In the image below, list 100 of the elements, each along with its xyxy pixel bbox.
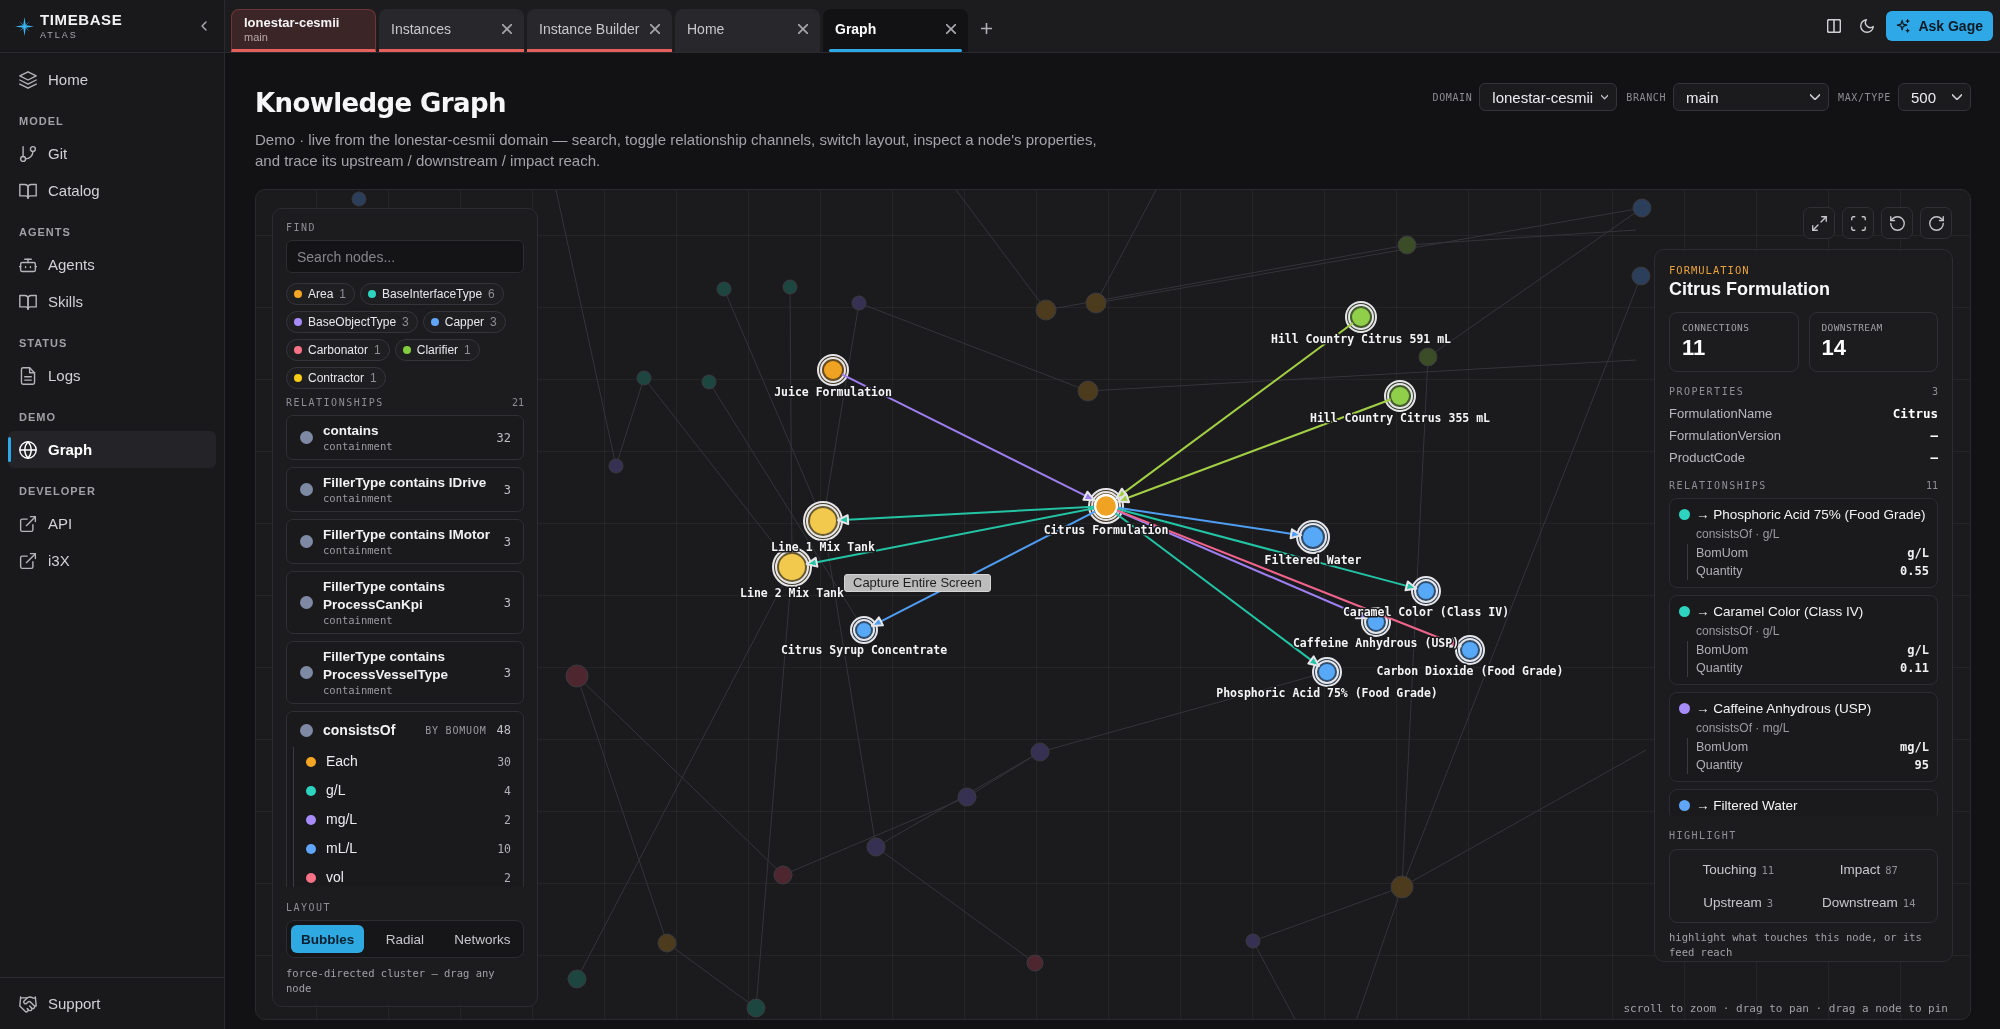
sidebar-item[interactable]: i3X bbox=[8, 542, 216, 579]
reload-button[interactable] bbox=[1920, 207, 1952, 239]
faded-node[interactable] bbox=[657, 933, 677, 953]
faded-node[interactable] bbox=[773, 865, 793, 885]
faded-node[interactable] bbox=[1390, 875, 1414, 899]
relation-card[interactable]: → Phosphoric Acid 75% (Food Grade) consistsOf · g/L BomUom g/L Quantity 0.55 bbox=[1669, 498, 1938, 588]
close-icon[interactable] bbox=[798, 24, 808, 34]
sidebar-item[interactable]: Support bbox=[8, 985, 216, 1022]
relationship-card[interactable]: consistsOf BY BOMUOM 48 Each 30 g/L 4 mg/L 2 mL/L 10 vol 2 bbox=[286, 711, 524, 887]
faded-node[interactable] bbox=[351, 191, 367, 207]
graph-node[interactable] bbox=[850, 616, 878, 644]
sidebar-item[interactable]: Git bbox=[8, 135, 216, 172]
tab[interactable]: Home bbox=[675, 9, 820, 52]
faded-node[interactable] bbox=[866, 837, 886, 857]
faded-node[interactable] bbox=[782, 279, 798, 295]
faded-node[interactable] bbox=[1035, 299, 1057, 321]
type-chip[interactable]: Clarifier 1 bbox=[394, 339, 480, 361]
relation-card[interactable]: → Caramel Color (Class IV) consistsOf · g/L BomUom g/L Quantity 0.11 bbox=[1669, 595, 1938, 685]
faded-node[interactable] bbox=[1397, 235, 1417, 255]
relationship-card[interactable]: FillerType contains IMotor containment 3 bbox=[286, 519, 524, 564]
new-tab-button[interactable] bbox=[981, 22, 992, 34]
sidebar-item[interactable]: API bbox=[8, 505, 216, 542]
graph-node[interactable] bbox=[803, 501, 843, 541]
counterclockwise-arrow-icon bbox=[1889, 215, 1905, 231]
faded-node[interactable] bbox=[851, 295, 867, 311]
dropdown[interactable]: main bbox=[1673, 83, 1830, 111]
unit-name: vol bbox=[326, 869, 345, 886]
unit-count: 2 bbox=[504, 812, 511, 827]
graph-node[interactable] bbox=[817, 354, 849, 386]
fullscreen-button[interactable] bbox=[1842, 207, 1874, 239]
relation-card[interactable]: → Caffeine Anhydrous (USP) consistsOf · mg/L BomUom mg/L Quantity 95 bbox=[1669, 692, 1938, 782]
external-link-icon bbox=[19, 551, 37, 570]
graph-node[interactable] bbox=[1384, 380, 1416, 412]
faded-node[interactable] bbox=[565, 664, 589, 688]
type-chip[interactable]: BaseInterfaceType 6 bbox=[360, 283, 504, 305]
faded-node[interactable] bbox=[1631, 266, 1651, 286]
close-icon[interactable] bbox=[946, 24, 956, 34]
highlight-option[interactable]: Impact 87 bbox=[1803, 853, 1934, 886]
faded-node[interactable] bbox=[1077, 380, 1099, 402]
faded-node[interactable] bbox=[701, 374, 717, 390]
graph-node[interactable] bbox=[1312, 657, 1342, 687]
graph-node[interactable] bbox=[1296, 520, 1330, 554]
type-chip[interactable]: BaseObjectType 3 bbox=[286, 311, 418, 333]
layout-option[interactable]: Networks bbox=[445, 925, 519, 953]
faded-node[interactable] bbox=[636, 370, 652, 386]
section-label: RELATIONSHIPS bbox=[1669, 480, 1767, 492]
faded-node[interactable] bbox=[957, 787, 977, 807]
search-field[interactable]: Search nodes... bbox=[286, 240, 524, 273]
property-value: g/L bbox=[1907, 546, 1929, 560]
sidebar-item[interactable]: Catalog bbox=[8, 172, 216, 209]
collapse-button[interactable] bbox=[200, 20, 208, 32]
graph-canvas[interactable] bbox=[255, 189, 1971, 1020]
type-chip[interactable]: Contractor 1 bbox=[286, 367, 386, 389]
relation-card[interactable]: → Filtered Water bbox=[1669, 789, 1938, 816]
graph-node[interactable] bbox=[1455, 635, 1485, 665]
expand-button[interactable] bbox=[1803, 207, 1835, 239]
faded-node[interactable] bbox=[1632, 198, 1652, 218]
columns-icon bbox=[1827, 19, 1842, 33]
relationship-card[interactable]: contains containment 32 bbox=[286, 415, 524, 460]
faded-node[interactable] bbox=[1026, 954, 1044, 972]
highlight-option[interactable]: Touching 11 bbox=[1673, 853, 1804, 886]
tab[interactable]: lonestar-cesmii main bbox=[231, 9, 376, 52]
highlight-option[interactable]: Upstream 3 bbox=[1673, 886, 1804, 919]
type-chip[interactable]: Area 1 bbox=[286, 283, 356, 305]
highlight-option[interactable]: Downstream 14 bbox=[1803, 886, 1934, 919]
ask-button[interactable]: Ask Gage bbox=[1886, 11, 1993, 41]
tab[interactable]: Instances bbox=[379, 9, 524, 52]
tab[interactable]: Instance Builder bbox=[527, 9, 672, 52]
dropdown[interactable]: 500 bbox=[1898, 83, 1971, 111]
reset-button[interactable] bbox=[1881, 207, 1913, 239]
layout-option[interactable]: Radial bbox=[368, 925, 442, 953]
sidebar-item[interactable]: Skills bbox=[8, 283, 216, 320]
type-chip[interactable]: Capper 3 bbox=[422, 311, 506, 333]
tab[interactable]: Graph bbox=[823, 9, 968, 52]
faded-node[interactable] bbox=[1085, 292, 1107, 314]
sidebar-item[interactable]: Graph bbox=[8, 431, 216, 468]
relationship-card[interactable]: FillerType contains IDrive containment 3 bbox=[286, 467, 524, 512]
faded-node[interactable] bbox=[567, 969, 587, 989]
type-chip[interactable]: Carbonator 1 bbox=[286, 339, 390, 361]
faded-node[interactable] bbox=[608, 458, 624, 474]
dropdown[interactable]: lonestar-cesmii bbox=[1479, 83, 1618, 111]
faded-node[interactable] bbox=[746, 998, 766, 1018]
relation-target: → Caffeine Anhydrous (USP) bbox=[1696, 700, 1872, 716]
relationship-card[interactable]: FillerType contains ProcessVesselType containment 3 bbox=[286, 641, 524, 704]
close-icon[interactable] bbox=[502, 24, 512, 34]
layout-option[interactable]: Bubbles bbox=[291, 925, 365, 953]
sidebar-item[interactable]: Logs bbox=[8, 357, 216, 394]
graph-node[interactable] bbox=[1411, 576, 1441, 606]
faded-node[interactable] bbox=[1418, 347, 1438, 367]
relationship-card[interactable]: FillerType contains ProcessCanKpi containment 3 bbox=[286, 571, 524, 634]
unit-name: Each bbox=[326, 753, 359, 770]
faded-node[interactable] bbox=[1245, 933, 1261, 949]
close-icon[interactable] bbox=[650, 24, 660, 34]
sidebar-item[interactable]: Agents bbox=[8, 246, 216, 283]
faded-node[interactable] bbox=[716, 281, 732, 297]
graph-node[interactable] bbox=[1345, 301, 1377, 333]
node-label: Hill Country Citrus 355 mL bbox=[1310, 410, 1490, 425]
faded-node[interactable] bbox=[1030, 742, 1050, 762]
field-label: DOMAIN bbox=[1432, 91, 1473, 103]
sidebar-item[interactable]: Home bbox=[8, 61, 216, 98]
